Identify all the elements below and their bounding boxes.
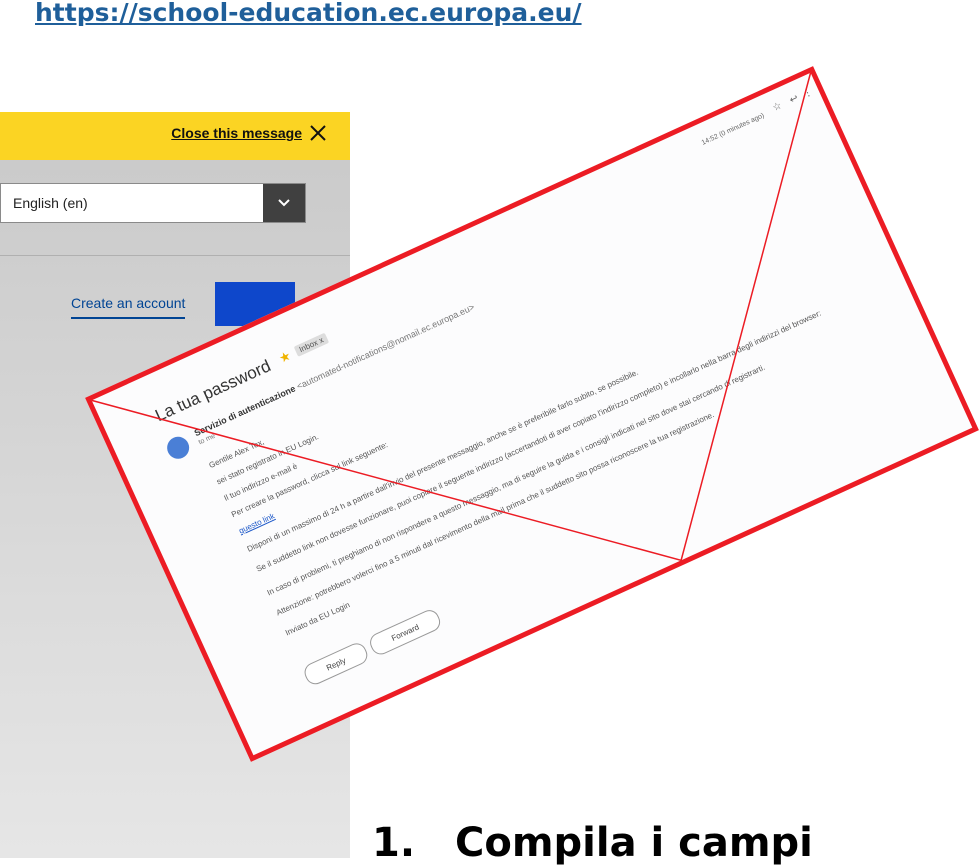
cookie-banner: Close this message [0, 112, 350, 160]
url-link[interactable]: https://school-education.ec.europa.eu/ [35, 0, 582, 27]
step-title: Compila i campi [455, 820, 813, 866]
divider [0, 255, 350, 256]
step-number: 1. [372, 820, 416, 866]
language-select[interactable]: English (en) [0, 183, 306, 223]
chevron-down-icon[interactable] [263, 184, 305, 222]
close-message-button[interactable]: Close this message [171, 123, 328, 143]
close-message-label: Close this message [171, 125, 302, 141]
step-heading: 1. Compila i campi [372, 820, 813, 866]
close-icon [310, 125, 326, 141]
language-value: English (en) [13, 195, 88, 211]
create-account-link[interactable]: Create an account [71, 295, 186, 319]
